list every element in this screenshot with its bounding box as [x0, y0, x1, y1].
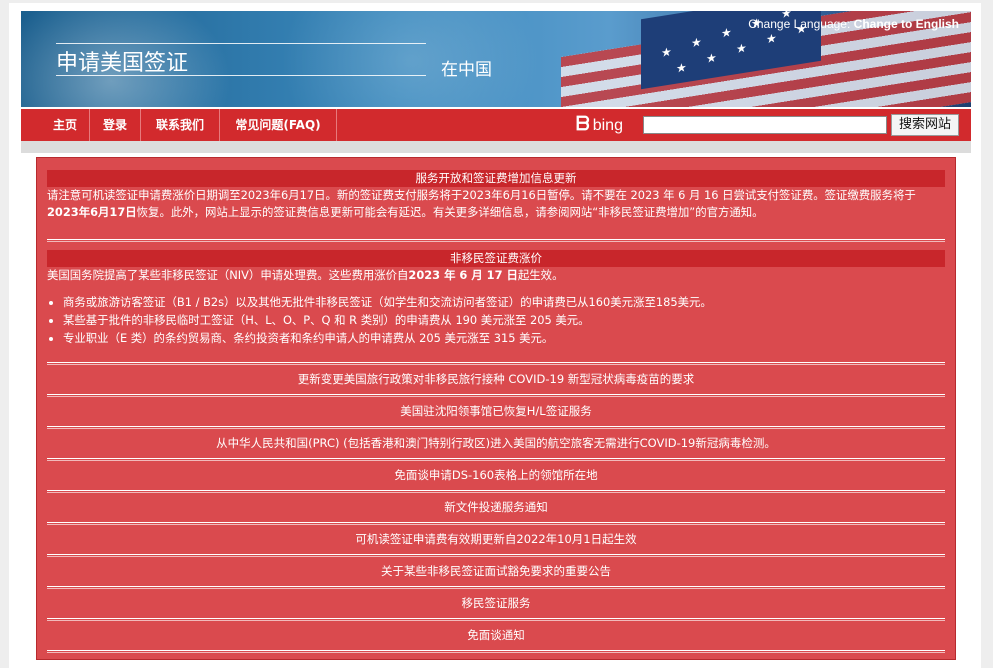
notice-link-shenyang-hl[interactable]: 美国驻沈阳领事馆已恢复H/L签证服务: [47, 398, 945, 424]
notice-link-interview-waiver[interactable]: 关于某些非移民签证面试豁免要求的重要公告: [47, 558, 945, 584]
niv-fee-bullet-list: 商务或旅游访客签证（B1 / B2s）以及其他无批件非移民签证（如学生和交流访问…: [47, 293, 953, 347]
site-subtitle: 在中国: [441, 60, 492, 80]
title-rule-top: [56, 43, 426, 44]
divider: [47, 362, 945, 365]
divider: [47, 618, 945, 621]
notice-link-document-delivery[interactable]: 新文件投递服务通知: [47, 494, 945, 520]
nav-shadow-strip: [21, 141, 971, 153]
notices-panel: 服务开放和签证费增加信息更新 请注意可机读签证申请费涨价日期调至2023年6月1…: [36, 157, 956, 660]
nav-login[interactable]: 登录: [90, 109, 141, 141]
niv-fee-intro-part2: 起生效。: [517, 268, 564, 282]
notice-link-mrv-fee-validity[interactable]: 可机读签证申请费有效期更新自2022年10月1日起生效: [47, 526, 945, 552]
divider: [47, 239, 945, 242]
page: ★ ★ ★ ★ ★ ★ ★ ★ ★ ★ 申请美国签证 在中国 Change Languag…: [9, 3, 981, 668]
bing-b-icon: ᗷ: [576, 114, 590, 135]
change-language-label: Change Language:: [748, 17, 851, 31]
notice-link-covid-vaccine[interactable]: 更新变更美国旅行政策对非移民旅行接种 COVID-19 新型冠状病毒疫苗的要求: [47, 366, 945, 392]
divider: [47, 586, 945, 589]
main-nav: 主页 登录 联系我们 常见问题(FAQ) ᗷ bing 搜索网站: [21, 107, 971, 141]
banner-glow-secondary: [281, 11, 541, 107]
nav-contact-us[interactable]: 联系我们: [141, 109, 220, 141]
bing-logo: ᗷ bing: [576, 115, 623, 135]
list-item: 专业职业（E 类）的条约贸易商、条约投资者和条约申请人的申请费从 205 美元涨…: [63, 329, 953, 347]
divider: [47, 458, 945, 461]
divider: [47, 490, 945, 493]
divider: [47, 554, 945, 557]
fee-update-text-bold: 2023年6月17日: [47, 205, 137, 219]
fee-update-text-part2: 恢复。此外，网站上显示的签证费信息更新可能会有延迟。有关更多详细信息，请参阅网站…: [136, 205, 764, 219]
bing-label: bing: [592, 117, 623, 134]
notice-link-ds160-location[interactable]: 免面谈申请DS-160表格上的领馆所在地: [47, 462, 945, 488]
language-switcher: Change Language: Change to English: [748, 17, 959, 31]
fee-update-header: 服务开放和签证费增加信息更新: [47, 170, 945, 187]
list-item: 某些基于批件的非移民临时工签证（H、L、O、P、Q 和 R 类别）的申请费从 1…: [63, 311, 953, 329]
nav-home[interactable]: 主页: [41, 109, 90, 141]
niv-fee-intro-bold: 2023 年 6 月 17 日: [408, 268, 518, 282]
notice-link-no-interview[interactable]: 免面谈通知: [47, 622, 945, 648]
divider: [47, 522, 945, 525]
notice-link-covid-test[interactable]: 从中华人民共和国(PRC) (包括香港和澳门特别行政区)进入美国的航空旅客无需进…: [47, 430, 945, 456]
header-banner: ★ ★ ★ ★ ★ ★ ★ ★ ★ ★ 申请美国签证 在中国 Change Languag…: [21, 11, 971, 107]
search-site-button[interactable]: 搜索网站: [891, 114, 959, 136]
change-to-english-link[interactable]: Change to English: [854, 17, 959, 31]
fee-update-text: 请注意可机读签证申请费涨价日期调至2023年6月17日。新的签证费支付服务将于2…: [47, 187, 947, 221]
nav-faq[interactable]: 常见问题(FAQ): [220, 109, 337, 141]
site-title: 申请美国签证: [56, 51, 189, 76]
title-rule-bottom: [56, 75, 426, 76]
niv-fee-intro-part1: 美国国务院提高了某些非移民签证（NIV）申请处理费。这些费用涨价自: [47, 268, 409, 282]
niv-fee-intro: 美国国务院提高了某些非移民签证（NIV）申请处理费。这些费用涨价自2023 年 …: [47, 267, 947, 284]
fee-update-text-part1: 请注意可机读签证申请费涨价日期调至2023年6月17日。新的签证费支付服务将于2…: [47, 188, 916, 202]
divider: [47, 394, 945, 397]
list-item: 商务或旅游访客签证（B1 / B2s）以及其他无批件非移民签证（如学生和交流访问…: [63, 293, 953, 311]
divider: [47, 650, 945, 653]
search-input[interactable]: [643, 116, 887, 134]
niv-fee-header: 非移民签证费涨价: [47, 250, 945, 267]
notice-link-immigrant-visa[interactable]: 移民签证服务: [47, 590, 945, 616]
divider: [47, 426, 945, 429]
